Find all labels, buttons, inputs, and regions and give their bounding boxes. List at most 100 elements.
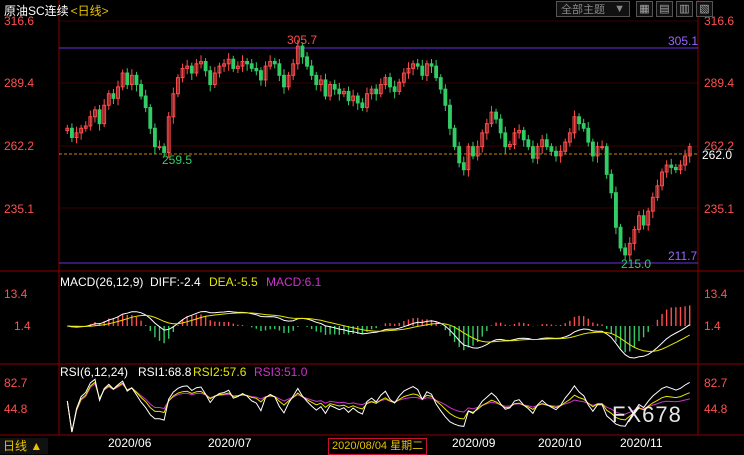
- candle-body: [139, 84, 143, 97]
- candle-body: [600, 146, 605, 149]
- candle-body: [254, 67, 259, 72]
- candle-body: [162, 146, 167, 153]
- candle-body: [448, 104, 452, 129]
- layout-grid-button[interactable]: ▦: [636, 1, 653, 17]
- macd-dea: DEA:-5.5: [209, 275, 258, 289]
- candle-body: [581, 123, 586, 129]
- candle-body: [148, 107, 153, 129]
- candle-body: [245, 61, 250, 65]
- candle-body: [374, 88, 379, 95]
- candle-body: [208, 70, 213, 86]
- rsi-axis-right-0: 82.7: [704, 376, 728, 390]
- candle-body: [443, 88, 448, 106]
- candle-body: [471, 146, 475, 157]
- candle-body: [203, 61, 208, 72]
- candle-body: [669, 164, 674, 168]
- macd-diff: DIFF:-2.4: [150, 275, 201, 289]
- candle-body: [614, 192, 618, 228]
- candle-body: [586, 127, 591, 143]
- candle-body: [521, 130, 526, 141]
- macd-diff-line: [67, 310, 690, 359]
- candle-body: [97, 109, 102, 125]
- candle-body: [618, 226, 623, 249]
- candle-body: [420, 65, 425, 76]
- candle-body: [134, 74, 139, 86]
- rsi-1: RSI1:68.8: [138, 365, 192, 379]
- rsi-axis-left-1: 44.8: [4, 402, 28, 416]
- rsi-axis-left-0: 82.7: [4, 376, 28, 390]
- candle-body: [337, 88, 342, 95]
- topic-select-value: 全部主题: [561, 4, 605, 16]
- current-price-label: 262.0: [702, 148, 732, 162]
- candle-body: [231, 58, 236, 69]
- candle-body: [673, 166, 678, 171]
- rsi-axis-right-1: 44.8: [704, 402, 728, 416]
- candle-body: [461, 162, 466, 171]
- rsi-header: RSI(6,12,24): [60, 365, 128, 379]
- candle-body: [531, 146, 535, 159]
- candle-body: [429, 63, 434, 67]
- candle-body: [152, 127, 157, 148]
- candle-body: [309, 65, 314, 76]
- instrument-title: 原油SC连续: [4, 3, 69, 18]
- macd-axis-right-0: 13.4: [704, 287, 728, 301]
- kline-chart[interactable]: 316.6 289.4 262.2 235.1 316.6 289.4 262.…: [0, 0, 744, 454]
- candle-body: [498, 118, 503, 134]
- candle-body: [577, 116, 581, 125]
- candle-body: [143, 95, 148, 109]
- candle-body: [434, 65, 439, 79]
- candle-body: [69, 127, 74, 138]
- bottom-period-toggle[interactable]: 日线 ▲: [0, 438, 48, 454]
- candle-body: [388, 77, 392, 88]
- low-left-mark-label: 259.5: [162, 153, 192, 167]
- candle-body: [323, 79, 328, 97]
- period-selector[interactable]: <日线>: [71, 2, 109, 19]
- date-label-0: 2020/06: [108, 436, 152, 450]
- rsi-panel: [66, 378, 690, 433]
- low-mark-label: 215.0: [621, 257, 651, 271]
- axis-left-1: 289.4: [4, 76, 34, 90]
- candle-body: [249, 63, 254, 69]
- chevron-down-icon: ▼: [614, 3, 625, 15]
- candle-body: [438, 77, 443, 90]
- candle-body: [305, 56, 309, 67]
- cursor-date-label: 2020/08/04 星期二: [328, 438, 428, 455]
- candle-body: [609, 173, 614, 194]
- candle-body: [259, 70, 263, 81]
- topic-select[interactable]: 全部主题 ▼: [556, 1, 630, 17]
- date-label-2: 2020/09: [452, 436, 496, 450]
- layout-rows-button[interactable]: ▤: [656, 1, 673, 17]
- chart-title-bar: 原油SC连续 <日线>: [4, 2, 109, 18]
- rsi1-line: [66, 378, 690, 433]
- candle-body: [277, 63, 282, 76]
- candle-body: [415, 63, 420, 67]
- axis-left-3: 235.1: [4, 202, 34, 216]
- watermark-logo: FX678: [612, 402, 682, 427]
- candle-body: [111, 93, 116, 99]
- support-label: 211.7: [668, 249, 697, 263]
- candle-body: [544, 139, 549, 148]
- candle-body: [360, 102, 365, 109]
- candle-body: [125, 72, 130, 86]
- candle-body: [157, 146, 162, 149]
- macd-panel: [67, 305, 691, 359]
- candle-body: [604, 146, 609, 175]
- rsi-2: RSI2:57.6: [193, 365, 247, 379]
- candle-body: [554, 150, 558, 157]
- candle-body: [282, 74, 286, 88]
- candle-body: [300, 45, 305, 58]
- axis-left-2: 262.2: [4, 139, 34, 153]
- candle-body: [189, 65, 194, 74]
- candle-body: [590, 141, 595, 157]
- candle-body: [623, 247, 628, 256]
- candle-body: [503, 132, 508, 148]
- candle-body: [549, 146, 554, 152]
- high-mark-label: 305.7: [287, 33, 317, 47]
- candle-body: [641, 215, 646, 226]
- macd-axis-left-0: 13.4: [4, 287, 28, 301]
- layout-columns-button[interactable]: ▥: [676, 1, 693, 17]
- date-label-3: 2020/10: [538, 436, 582, 450]
- rsi3-line: [66, 383, 690, 433]
- layout-settings-button[interactable]: ▧: [696, 1, 713, 17]
- rsi-3: RSI3:51.0: [254, 365, 308, 379]
